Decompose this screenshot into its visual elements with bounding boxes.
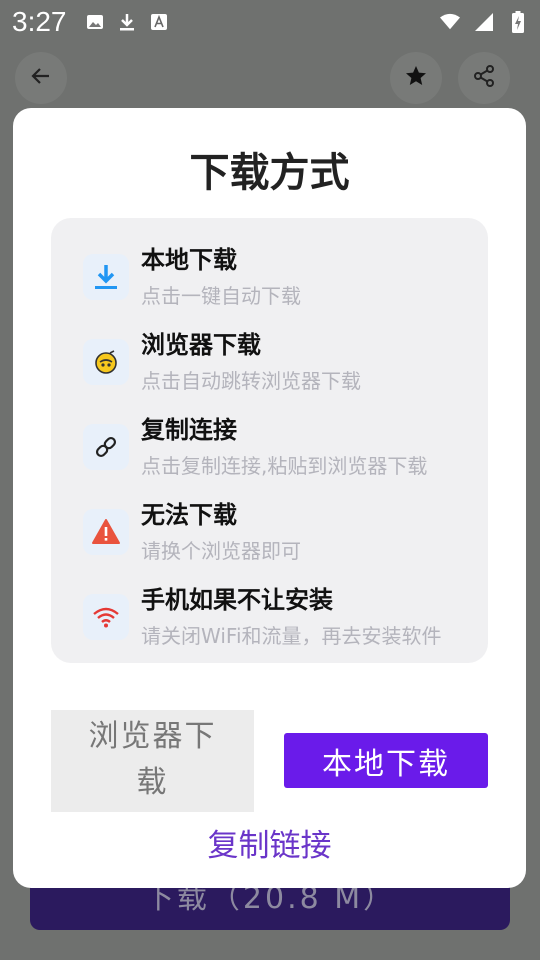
option-install-blocked[interactable]: 手机如果不让安装 请关闭WiFi和流量，再去安装软件 <box>51 572 488 657</box>
image-icon <box>85 12 105 32</box>
wifi-icon <box>440 12 460 32</box>
download-method-dialog: 下载方式 本地下载 点击一键自动下载 浏览器下载 点击自动跳转浏览器下载 复制连… <box>13 108 526 888</box>
battery-charging-icon <box>508 11 528 33</box>
options-list: 本地下载 点击一键自动下载 浏览器下载 点击自动跳转浏览器下载 复制连接 点击复… <box>51 218 488 663</box>
link-icon <box>83 424 129 470</box>
option-subtitle: 点击自动跳转浏览器下载 <box>141 369 361 393</box>
star-icon <box>404 64 428 92</box>
favorite-button[interactable] <box>390 52 442 104</box>
signal-icon <box>474 12 494 32</box>
option-title: 浏览器下载 <box>141 331 261 359</box>
download-icon <box>117 12 137 32</box>
browser-download-button[interactable]: 浏览器下载 <box>51 710 254 812</box>
option-title: 无法下载 <box>141 501 237 529</box>
option-subtitle: 请关闭WiFi和流量，再去安装软件 <box>141 624 442 648</box>
share-icon <box>472 64 496 92</box>
download-arrow-icon <box>83 254 129 300</box>
warning-icon <box>83 509 129 555</box>
option-subtitle: 点击一键自动下载 <box>141 284 301 308</box>
font-icon <box>149 12 169 32</box>
back-button[interactable] <box>15 52 67 104</box>
status-bar: 3:27 <box>0 0 540 44</box>
option-subtitle: 点击复制连接,粘贴到浏览器下载 <box>141 454 428 478</box>
browser-logo-icon <box>83 339 129 385</box>
option-title: 本地下载 <box>141 246 237 274</box>
local-download-button[interactable]: 本地下载 <box>284 733 488 788</box>
copy-link-button[interactable]: 复制链接 <box>13 820 526 865</box>
option-cannot-download[interactable]: 无法下载 请换个浏览器即可 <box>51 487 488 572</box>
option-copy-link[interactable]: 复制连接 点击复制连接,粘贴到浏览器下载 <box>51 402 488 487</box>
option-title: 复制连接 <box>141 416 237 444</box>
option-subtitle: 请换个浏览器即可 <box>141 539 301 563</box>
arrow-left-icon <box>29 64 53 92</box>
wifi-icon <box>83 594 129 640</box>
option-title: 手机如果不让安装 <box>141 586 333 614</box>
option-browser-download[interactable]: 浏览器下载 点击自动跳转浏览器下载 <box>51 317 488 402</box>
status-time: 3:27 <box>12 6 67 37</box>
dialog-title: 下载方式 <box>189 150 350 196</box>
share-button[interactable] <box>458 52 510 104</box>
option-local-download[interactable]: 本地下载 点击一键自动下载 <box>51 232 488 317</box>
